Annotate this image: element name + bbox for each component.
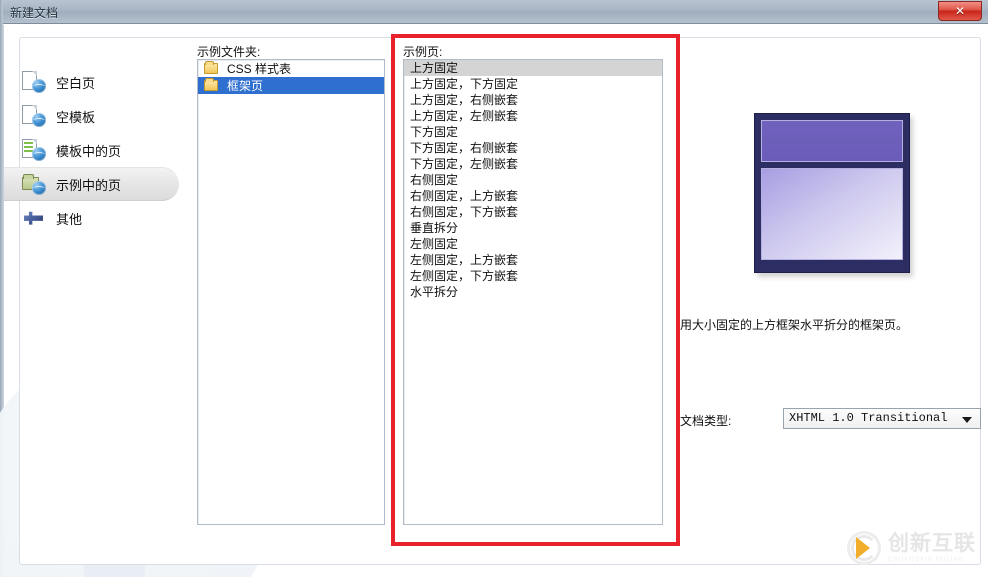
category-sidebar: 空白页 空模板 模板中的页 示例中的页 其他 <box>4 65 184 235</box>
list-item[interactable]: 垂直拆分 <box>404 220 662 236</box>
list-item[interactable]: 水平拆分 <box>404 284 662 300</box>
window-title: 新建文档 <box>10 6 59 20</box>
list-item[interactable]: 右侧固定，下方嵌套 <box>404 204 662 220</box>
dialog-body: 空白页 空模板 模板中的页 示例中的页 其他 示例文件夹: CSS 样式表 框架… <box>0 25 988 577</box>
sidebar-item-page-from-sample[interactable]: 示例中的页 <box>4 167 179 201</box>
sidebar-item-label: 模板中的页 <box>56 143 122 159</box>
list-item[interactable]: 右侧固定，上方嵌套 <box>404 188 662 204</box>
list-item[interactable]: 下方固定，左侧嵌套 <box>404 156 662 172</box>
list-item-label: CSS 样式表 <box>227 61 292 76</box>
list-item[interactable]: CSS 样式表 <box>198 60 384 77</box>
preview-main-frame <box>761 168 903 260</box>
frameset-top-fixed-thumbnail <box>754 113 910 273</box>
sidebar-item-label: 其他 <box>56 211 83 227</box>
list-item[interactable]: 上方固定，右侧嵌套 <box>404 92 662 108</box>
page-from-sample-icon <box>22 173 46 195</box>
list-item-label: 框架页 <box>227 78 264 93</box>
title-bar: 新建文档 ✕ <box>0 0 988 24</box>
preview-top-frame <box>761 120 903 162</box>
site-watermark: 创新互联 CHUANGXIN HULIAN <box>847 531 976 565</box>
list-item[interactable]: 左侧固定，上方嵌套 <box>404 252 662 268</box>
sidebar-item-label: 空白页 <box>56 75 96 91</box>
close-button[interactable]: ✕ <box>938 1 982 21</box>
folders-label: 示例文件夹: <box>197 45 261 59</box>
watermark-subtext: CHUANGXIN HULIAN <box>888 557 964 563</box>
doctype-value: XHTML 1.0 Transitional <box>789 411 948 425</box>
sidebar-item-label: 空模板 <box>56 109 96 125</box>
sidebar-item-blank-template[interactable]: 空模板 <box>4 99 184 133</box>
list-item[interactable]: 上方固定，左侧嵌套 <box>404 108 662 124</box>
folders-listbox[interactable]: CSS 样式表 框架页 <box>197 59 385 525</box>
page-from-template-icon <box>22 139 46 161</box>
blank-template-icon <box>22 105 46 127</box>
list-item[interactable]: 下方固定 <box>404 124 662 140</box>
doctype-label: 文档类型: <box>680 414 732 428</box>
list-item[interactable]: 右侧固定 <box>404 172 662 188</box>
watermark-text: 创新互联 <box>888 532 976 555</box>
folder-icon <box>204 78 218 91</box>
list-item[interactable]: 下方固定，右侧嵌套 <box>404 140 662 156</box>
list-item[interactable]: 上方固定，下方固定 <box>404 76 662 92</box>
list-item[interactable]: 上方固定 <box>404 60 662 76</box>
sidebar-item-blank-page[interactable]: 空白页 <box>4 65 184 99</box>
samples-label: 示例页: <box>403 45 443 59</box>
other-icon <box>22 207 46 229</box>
doctype-select[interactable]: XHTML 1.0 Transitional <box>783 408 981 429</box>
samples-listbox[interactable]: 上方固定 上方固定，下方固定 上方固定，右侧嵌套 上方固定，左侧嵌套 下方固定 … <box>403 59 663 525</box>
blank-page-icon <box>22 71 46 93</box>
chevron-down-icon <box>962 417 972 423</box>
list-item[interactable]: 左侧固定 <box>404 236 662 252</box>
watermark-logo-icon <box>847 531 881 565</box>
list-item[interactable]: 左侧固定，下方嵌套 <box>404 268 662 284</box>
folder-icon <box>204 61 218 74</box>
preview-description: 用大小固定的上方框架水平折分的框架页。 <box>680 318 909 332</box>
list-item[interactable]: 框架页 <box>198 77 384 94</box>
sidebar-item-label: 示例中的页 <box>56 177 122 193</box>
sidebar-item-other[interactable]: 其他 <box>4 201 184 235</box>
new-document-dialog: 新建文档 ✕ 空白页 空模板 模板中的页 示例中的页 其他 示例文件夹: CSS… <box>0 0 988 577</box>
sidebar-item-page-from-template[interactable]: 模板中的页 <box>4 133 184 167</box>
